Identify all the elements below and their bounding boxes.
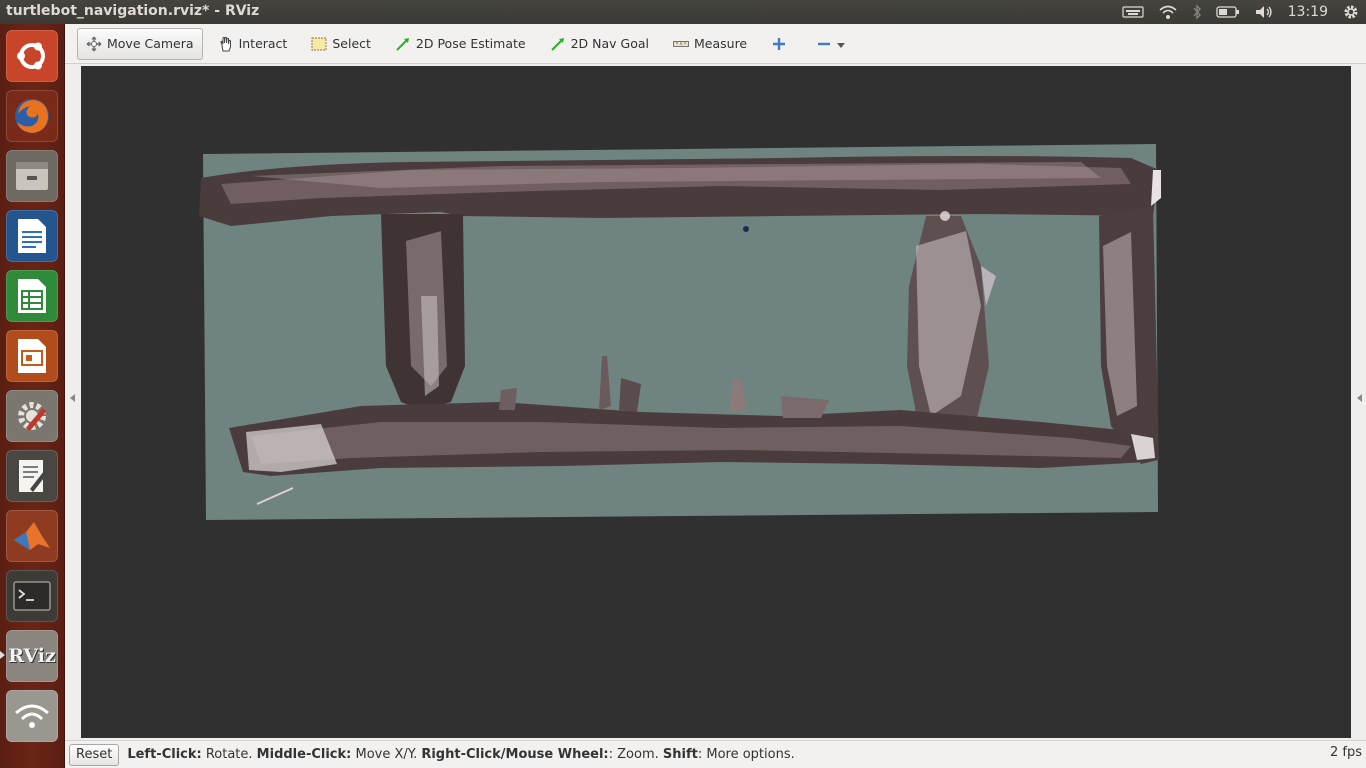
keyboard-icon[interactable] [1122, 0, 1144, 24]
hint-shift: Shift [662, 747, 698, 762]
select-icon [311, 36, 327, 52]
chevron-down-icon [837, 36, 846, 51]
add-tool-button[interactable] [762, 28, 801, 60]
system-settings-icon[interactable] [6, 390, 58, 442]
2d-pose-estimate-label: 2D Pose Estimate [415, 36, 526, 51]
move-camera-icon [86, 36, 102, 52]
terminal-icon[interactable] [6, 570, 58, 622]
2d-nav-goal-button[interactable]: 2D Nav Goal [541, 28, 658, 60]
interact-label: Interact [238, 36, 288, 51]
2d-pose-estimate-button[interactable]: 2D Pose Estimate [386, 28, 535, 60]
hand-icon [218, 36, 234, 52]
ubuntu-dash-icon[interactable] [6, 30, 58, 82]
matlab-icon[interactable] [6, 510, 58, 562]
interact-button[interactable]: Interact [209, 28, 297, 60]
2d-nav-goal-label: 2D Nav Goal [570, 36, 649, 51]
rviz-toolbar: Move Camera Interact Select 2D Pose Esti… [65, 24, 1366, 64]
window-title: turtlebot_navigation.rviz* - RViz [6, 3, 260, 19]
status-bar: Reset Left-Click: Rotate. Middle-Click: … [65, 740, 1366, 768]
move-camera-button[interactable]: Move Camera [77, 27, 203, 60]
wifi-icon[interactable] [1158, 0, 1178, 24]
fps-counter: 2 fps [1329, 745, 1362, 760]
firefox-icon[interactable] [6, 90, 58, 142]
hint-zoom: : Zoom. [608, 747, 663, 762]
rviz-icon-label: RViz [8, 645, 56, 667]
text-editor-icon[interactable] [6, 450, 58, 502]
select-button[interactable]: Select [302, 28, 380, 60]
main-area [65, 64, 1366, 740]
hint-rotate: Rotate. [201, 747, 257, 762]
collapse-left-panel-icon[interactable] [70, 394, 75, 402]
remove-tool-button[interactable] [807, 28, 854, 60]
clock[interactable]: 13:19 [1288, 4, 1328, 20]
hint-left-click: Left-Click: [127, 747, 202, 762]
hint-middle-click: Middle-Click: [256, 747, 352, 762]
running-indicator [0, 651, 5, 659]
measure-button[interactable]: Measure [664, 28, 756, 60]
point-cloud-map [199, 144, 1161, 520]
select-label: Select [332, 36, 371, 51]
move-camera-label: Move Camera [107, 36, 194, 51]
rviz-icon[interactable]: RViz [6, 630, 58, 682]
system-tray: 13:19 [1122, 0, 1366, 24]
writer-icon[interactable] [6, 210, 58, 262]
hint-more: : More options. [697, 747, 795, 762]
top-panel: turtlebot_navigation.rviz* - RViz 13:19 [0, 0, 1366, 24]
minus-icon [816, 36, 832, 52]
files-icon[interactable] [6, 150, 58, 202]
network-icon[interactable] [6, 690, 58, 742]
bluetooth-icon[interactable] [1192, 0, 1202, 24]
launcher: RViz [0, 24, 65, 768]
nav-goal-arrow-icon [550, 36, 566, 52]
battery-icon[interactable] [1215, 0, 1240, 24]
hint-move: Move X/Y. [351, 747, 422, 762]
measure-label: Measure [694, 36, 748, 51]
pose-arrow-icon [395, 36, 411, 52]
plus-icon [771, 36, 787, 52]
impress-icon[interactable] [6, 330, 58, 382]
3d-render-viewport[interactable] [81, 66, 1351, 738]
mouse-hint: Left-Click: Rotate. Middle-Click: Move X… [127, 747, 794, 762]
hint-right-click: Right-Click/Mouse Wheel: [421, 747, 609, 762]
ruler-icon [673, 36, 689, 52]
settings-gear-icon[interactable] [1342, 0, 1360, 24]
reset-button[interactable]: Reset [69, 743, 120, 766]
volume-icon[interactable] [1254, 0, 1274, 24]
calc-icon[interactable] [6, 270, 58, 322]
collapse-right-panel-icon[interactable] [1357, 394, 1362, 402]
